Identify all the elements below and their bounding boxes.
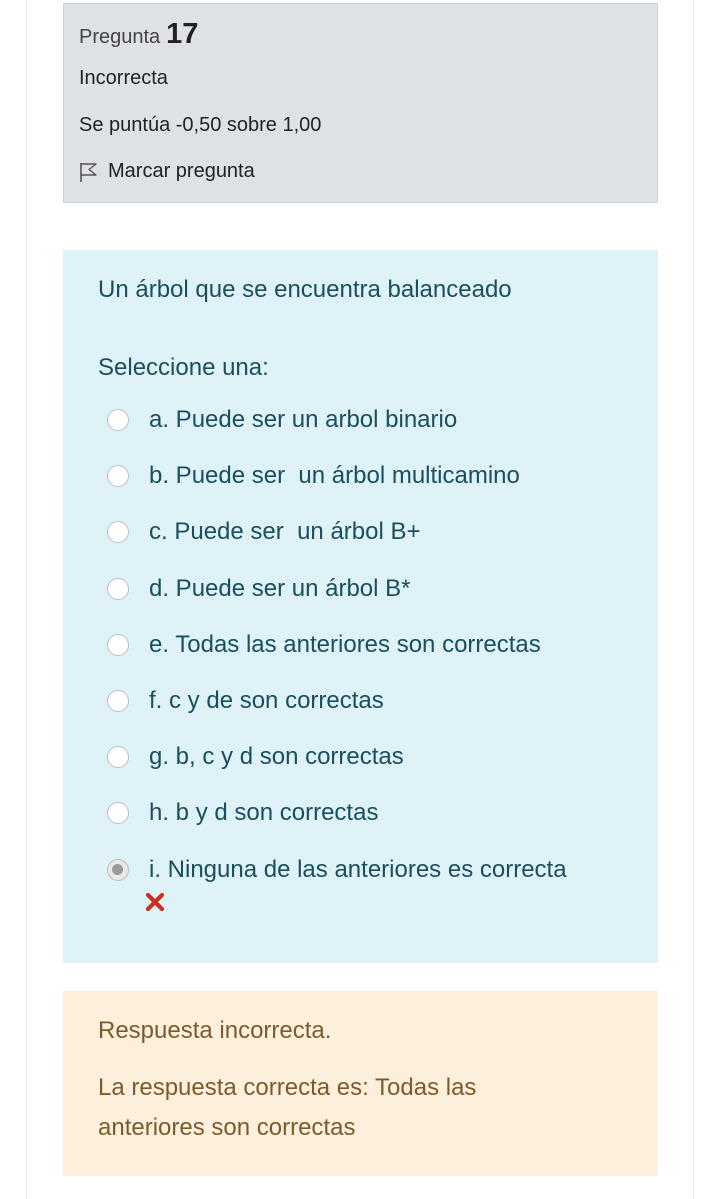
radio-button[interactable] bbox=[107, 409, 129, 432]
answer-option-f[interactable]: f. c y de son correctas bbox=[107, 673, 647, 729]
answer-label: g. b, c y d son correctas bbox=[149, 743, 404, 771]
answer-option-a[interactable]: a. Puede ser un arbol binario bbox=[107, 392, 647, 448]
answer-label: b. Puede ser un árbol multicamino bbox=[149, 462, 520, 490]
feedback-result: Respuesta incorrecta. bbox=[98, 1017, 332, 1044]
answer-label: a. Puede ser un arbol binario bbox=[149, 406, 458, 434]
answer-option-e[interactable]: e. Todas las anteriores son correctas bbox=[107, 617, 647, 673]
answer-option-h[interactable]: h. b y d son correctas bbox=[107, 785, 647, 841]
radio-button[interactable] bbox=[107, 746, 129, 769]
quiz-review-page: Pregunta 17 Incorrecta Se puntúa -0,50 so… bbox=[0, 0, 720, 1199]
answer-label: i. Ninguna de las anteriores es correcta bbox=[149, 855, 567, 883]
answer-label: f. c y de son correctas bbox=[149, 687, 384, 715]
flag-question-link[interactable]: Marcar pregunta bbox=[79, 160, 255, 183]
answer-option-g[interactable]: g. b, c y d son correctas bbox=[107, 729, 647, 785]
question-formulation: Un árbol que se encuentra balanceado Sel… bbox=[63, 250, 658, 963]
feedback-panel: Respuesta incorrecta. La respuesta corre… bbox=[63, 991, 658, 1176]
question-text: Un árbol que se encuentra balanceado bbox=[98, 276, 512, 303]
radio-button[interactable] bbox=[107, 802, 129, 825]
answer-label: h. b y d son correctas bbox=[149, 799, 379, 827]
question-info-panel: Pregunta 17 Incorrecta Se puntúa -0,50 so… bbox=[63, 3, 658, 203]
radio-button[interactable] bbox=[107, 633, 129, 656]
answer-option-i[interactable]: i. Ninguna de las anteriores es correcta bbox=[107, 842, 647, 898]
answer-label: e. Todas las anteriores son correctas bbox=[149, 630, 541, 658]
radio-button[interactable] bbox=[107, 690, 129, 713]
answer-option-b[interactable]: b. Puede ser un árbol multicamino bbox=[107, 448, 647, 504]
answer-option-c[interactable]: c. Puede ser un árbol B+ bbox=[107, 504, 647, 560]
incorrect-x-icon bbox=[145, 892, 165, 917]
radio-button[interactable] bbox=[107, 465, 129, 488]
flag-question-label: Marcar pregunta bbox=[108, 160, 255, 182]
radio-button[interactable] bbox=[107, 858, 129, 881]
answer-option-d[interactable]: d. Puede ser un árbol B* bbox=[107, 561, 647, 617]
question-heading: Pregunta 17 bbox=[79, 18, 198, 51]
radio-button[interactable] bbox=[107, 521, 129, 544]
question-number: 17 bbox=[166, 18, 199, 50]
feedback-correct-answer: La respuesta correcta es: Todas las ante… bbox=[98, 1074, 477, 1141]
answer-label: c. Puede ser un árbol B+ bbox=[149, 518, 421, 546]
answer-options: a. Puede ser un arbol binario b. Puede se… bbox=[107, 392, 647, 898]
radio-button[interactable] bbox=[107, 577, 129, 600]
question-grade: Se puntúa -0,50 sobre 1,00 bbox=[79, 114, 322, 136]
flag-icon bbox=[80, 162, 97, 182]
question-label: Pregunta bbox=[79, 26, 161, 48]
answer-prompt: Seleccione una: bbox=[98, 354, 269, 381]
answer-label: d. Puede ser un árbol B* bbox=[149, 574, 411, 602]
question-state: Incorrecta bbox=[79, 67, 168, 89]
